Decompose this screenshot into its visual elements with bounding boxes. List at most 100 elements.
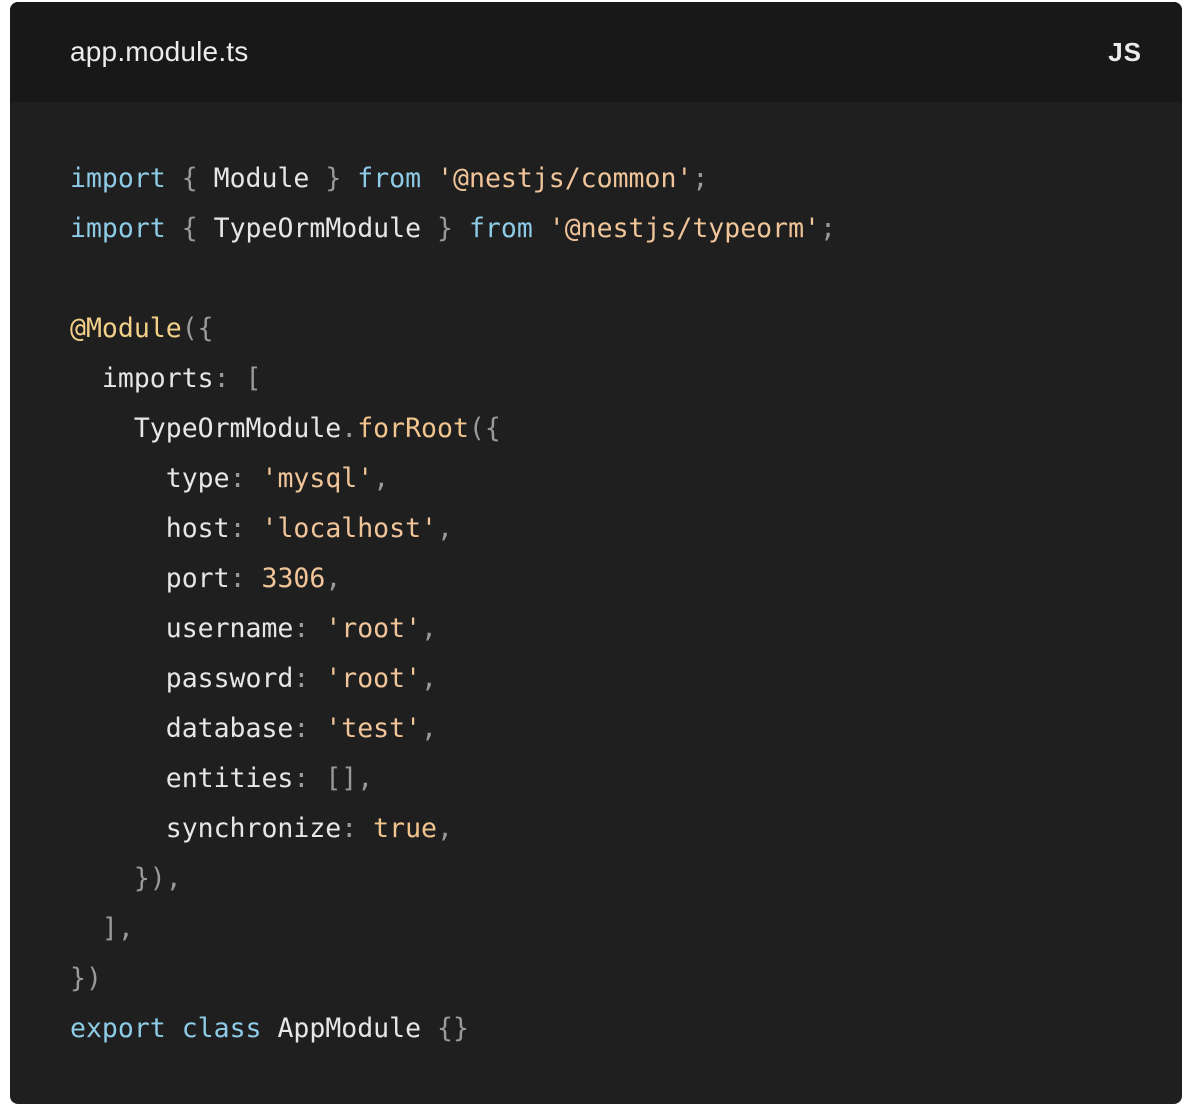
code-token-punct: : xyxy=(293,713,310,744)
code-token-prop: synchronize xyxy=(165,813,342,844)
code-token-punct: : xyxy=(293,613,310,644)
code-line: imports: [ xyxy=(70,354,1182,404)
code-line: entities: [], xyxy=(70,754,1182,804)
code-line: export class AppModule {} xyxy=(70,1004,1182,1054)
code-token-bool: true xyxy=(373,813,437,844)
code-token-ident: AppModule xyxy=(277,1013,422,1044)
code-token-ident: TypeOrmModule xyxy=(133,413,342,444)
code-line: synchronize: true, xyxy=(70,804,1182,854)
code-line: type: 'mysql', xyxy=(70,454,1182,504)
code-line: password: 'root', xyxy=(70,654,1182,704)
code-token-prop: password xyxy=(165,663,294,694)
code-line: username: 'root', xyxy=(70,604,1182,654)
code-token-string: 'root' xyxy=(325,663,422,694)
code-token-punct: }), xyxy=(133,863,182,894)
code-token-prop: host xyxy=(165,513,230,544)
code-token-punct: ; xyxy=(692,163,709,194)
code-line: import { Module } from '@nestjs/common'; xyxy=(70,154,1182,204)
code-line: port: 3306, xyxy=(70,554,1182,604)
code-token-string: 'root' xyxy=(325,613,422,644)
code-line: }) xyxy=(70,954,1182,1004)
code-token-keyword: class xyxy=(181,1013,262,1044)
code-line: }), xyxy=(70,854,1182,904)
code-token-ident: TypeOrmModule xyxy=(213,213,422,244)
code-token-punct: { xyxy=(181,163,198,194)
code-token-punct: }) xyxy=(70,963,102,994)
code-token-punct: : xyxy=(293,663,310,694)
code-token-string: 'localhost' xyxy=(261,513,438,544)
code-token-punct: , xyxy=(421,613,438,644)
code-token-keyword: import xyxy=(70,213,166,244)
code-token-string: '@nestjs/typeorm' xyxy=(548,213,820,244)
code-token-punct: , xyxy=(437,513,453,544)
code-token-punct: , xyxy=(421,663,438,694)
code-token-punct: ; xyxy=(820,213,836,244)
code-token-string: 'test' xyxy=(325,713,422,744)
code-token-punct: , xyxy=(437,813,453,844)
code-token-punct: ({ xyxy=(468,413,501,444)
code-token-punct: {} xyxy=(437,1013,469,1044)
code-token-punct: [], xyxy=(325,763,374,794)
code-token-keyword: from xyxy=(357,163,422,194)
code-token-ident: Module xyxy=(213,163,310,194)
code-line: host: 'localhost', xyxy=(70,504,1182,554)
code-token-prop: port xyxy=(165,563,230,594)
code-line: import { TypeOrmModule } from '@nestjs/t… xyxy=(70,204,1182,254)
code-token-punct: , xyxy=(421,713,438,744)
code-token-prop: username xyxy=(165,613,294,644)
code-block: app.module.ts JS import { Module } from … xyxy=(10,2,1182,1104)
code-token-prop: entities xyxy=(165,763,294,794)
code-token-keyword: from xyxy=(468,213,533,244)
code-token-keyword: export xyxy=(70,1013,166,1044)
code-token-decorator: @Module xyxy=(70,313,182,344)
code-token-punct: : xyxy=(213,363,230,394)
code-token-punct: , xyxy=(373,463,390,494)
code-token-punct: { xyxy=(181,213,198,244)
code-line: database: 'test', xyxy=(70,704,1182,754)
code-token-punct: : xyxy=(229,463,246,494)
code-token-number: 3306 xyxy=(261,563,326,594)
code-line: ], xyxy=(70,904,1182,954)
code-token-punct: : xyxy=(341,813,358,844)
code-token-punct: : xyxy=(293,763,310,794)
code-token-punct: [ xyxy=(245,363,262,394)
code-line: @Module({ xyxy=(70,304,1182,354)
code-token-punct: } xyxy=(325,163,342,194)
code-content: import { Module } from '@nestjs/common';… xyxy=(10,102,1182,1054)
code-token-keyword: import xyxy=(70,163,166,194)
code-token-prop: database xyxy=(165,713,294,744)
code-token-prop: type xyxy=(165,463,230,494)
code-token-prop: imports xyxy=(101,363,214,394)
